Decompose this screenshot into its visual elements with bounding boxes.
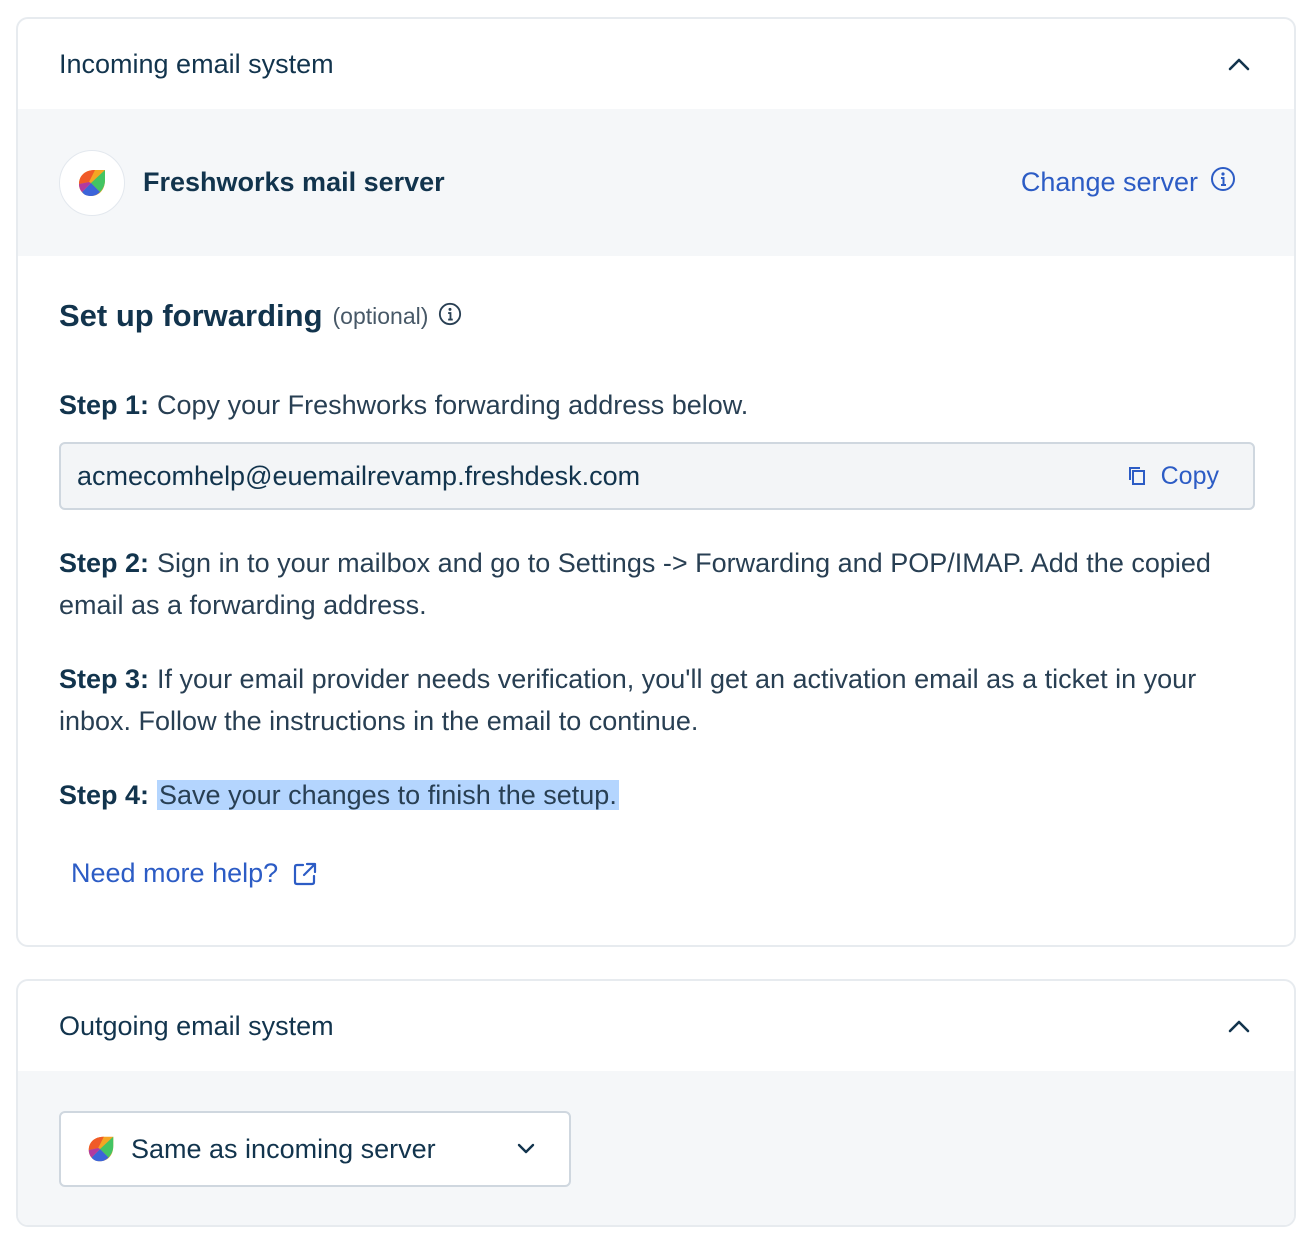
- info-icon[interactable]: [438, 302, 462, 331]
- server-name: Freshworks mail server: [143, 167, 445, 197]
- forwarding-heading: Set up forwarding (optional): [59, 298, 462, 334]
- step-3-text: If your email provider needs verificatio…: [59, 664, 1197, 736]
- outgoing-panel-title: Outgoing email system: [59, 1010, 334, 1041]
- incoming-panel-title: Incoming email system: [59, 48, 334, 79]
- incoming-panel-header[interactable]: Incoming email system: [18, 19, 1294, 109]
- server-info: Freshworks mail server: [59, 149, 445, 216]
- freshworks-logo-icon: [88, 1136, 114, 1162]
- chevron-up-icon[interactable]: [1226, 51, 1252, 77]
- external-link-icon: [294, 862, 317, 885]
- selected-server-label: Same as incoming server: [131, 1133, 436, 1164]
- info-icon[interactable]: [1210, 166, 1236, 199]
- forwarding-address[interactable]: acmecomhelp@euemailrevamp.freshdesk.com: [77, 461, 640, 492]
- copy-icon: [1128, 467, 1145, 485]
- step-2: Step 2: Sign in to your mailbox and go to…: [59, 542, 1254, 626]
- forwarding-section: Set up forwarding (optional) Step 1: Copy…: [18, 256, 1294, 888]
- step-1-text: Copy your Freshworks forwarding address …: [157, 390, 749, 420]
- copy-label: Copy: [1160, 461, 1219, 490]
- forwarding-optional: (optional): [332, 302, 429, 329]
- copy-button[interactable]: Copy: [1127, 462, 1219, 491]
- incoming-email-panel: Incoming email system Freshworks mail se…: [16, 17, 1296, 947]
- freshworks-logo-icon: [59, 149, 125, 216]
- step-3: Step 3: If your email provider needs veri…: [59, 658, 1254, 742]
- step-1-label: Step 1:: [59, 390, 150, 420]
- forwarding-title: Set up forwarding: [59, 298, 323, 333]
- step-4-label: Step 4:: [59, 780, 150, 810]
- step-3-label: Step 3:: [59, 664, 150, 694]
- chevron-up-icon[interactable]: [1226, 1013, 1252, 1039]
- outgoing-server-select[interactable]: Same as incoming server: [59, 1111, 571, 1187]
- step-2-text: Sign in to your mailbox and go to Settin…: [59, 548, 1211, 620]
- help-label: Need more help?: [71, 858, 279, 888]
- outgoing-email-panel: Outgoing email system Same as incoming s…: [16, 979, 1296, 1227]
- incoming-server-band: Freshworks mail server Change server: [18, 109, 1294, 256]
- step-4: Step 4: Save your changes to finish the s…: [59, 774, 1254, 816]
- chevron-down-icon: [517, 1143, 535, 1154]
- change-server-label: Change server: [1020, 167, 1198, 197]
- outgoing-panel-header[interactable]: Outgoing email system: [18, 981, 1294, 1071]
- outgoing-server-band: Same as incoming server: [18, 1071, 1294, 1225]
- need-more-help-link[interactable]: Need more help?: [71, 858, 318, 889]
- change-server-link[interactable]: Change server: [1021, 166, 1236, 199]
- forwarding-address-field[interactable]: acmecomhelp@euemailrevamp.freshdesk.com …: [59, 442, 1255, 510]
- step-2-label: Step 2:: [59, 548, 150, 578]
- step-4-text: Save your changes to finish the setup.: [157, 780, 619, 810]
- step-1: Step 1: Copy your Freshworks forwarding a…: [59, 384, 1254, 426]
